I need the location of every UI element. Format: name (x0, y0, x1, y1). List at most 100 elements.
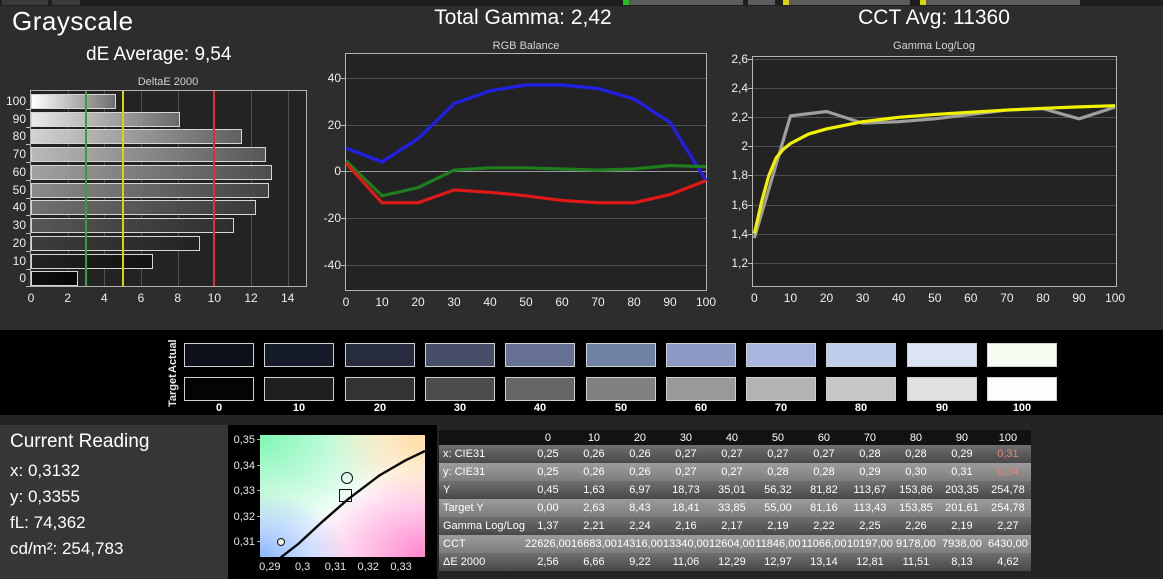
yellow-tab-marker (783, 0, 789, 5)
deltae-plot-area (30, 90, 307, 287)
y-tick (748, 205, 752, 206)
table-cell: 11,06 (663, 553, 709, 571)
collapsed-tab[interactable] (623, 0, 743, 5)
de-bar (31, 129, 242, 144)
table-cell: 13,14 (801, 553, 847, 571)
y-tick (26, 215, 30, 216)
row-label: ΔE 2000 (439, 553, 525, 571)
table-cell: 18,73 (663, 481, 709, 499)
y-axis-label: 50 (2, 183, 26, 197)
reference-line (122, 91, 124, 286)
y-axis-label: 1,4 (722, 227, 748, 241)
cie-x-axis-label: 0,3 (290, 561, 316, 573)
column-header: 100 (985, 430, 1031, 445)
y-axis-label: -20 (315, 211, 341, 225)
x-axis-label: 80 (627, 295, 640, 309)
grayscale-swatch-strip: ActualTarget0102030405060708090100 (0, 330, 1163, 415)
y-axis-label: 2,4 (722, 81, 748, 95)
swatch-level-label: 80 (826, 402, 896, 414)
x-axis-label: 10 (375, 295, 388, 309)
reading-x: x: 0,3132 (10, 461, 80, 481)
de-bar (31, 94, 116, 109)
calibration-screen: Grayscale dE Average: 9,54 Total Gamma: … (0, 0, 1163, 579)
target-swatch (586, 377, 656, 401)
cie-plot-area (258, 433, 427, 559)
collapsed-tab[interactable] (2, 0, 48, 5)
collapsed-tab[interactable] (748, 0, 775, 5)
cct-average-readout: CCT Avg: 11360 (858, 6, 1010, 30)
actual-swatch (425, 343, 495, 367)
table-row: Target Y0,002,638,4318,4133,8555,0081,16… (439, 499, 1031, 517)
table-cell: 2,21 (571, 517, 617, 535)
swatch-level-label: 100 (987, 402, 1057, 414)
y-axis-label: 2,2 (722, 110, 748, 124)
de-bar (31, 183, 269, 198)
cie-x-axis-label: 0,33 (388, 561, 414, 573)
target-swatch (826, 377, 896, 401)
table-cell: 18,41 (663, 499, 709, 517)
cie-y-tick (257, 465, 260, 466)
x-axis-label: 14 (281, 291, 294, 305)
y-axis-label: -40 (315, 258, 341, 272)
column-header: 90 (939, 430, 985, 445)
x-axis-label: 20 (820, 291, 833, 305)
table-cell: 0,31 (985, 445, 1031, 463)
x-axis-label: 12 (244, 291, 257, 305)
table-cell: 2,26 (893, 517, 939, 535)
swatch-level-label: 50 (586, 402, 656, 414)
table-cell: 0,28 (847, 445, 893, 463)
actual-swatch (987, 343, 1057, 367)
y-axis-label: 40 (315, 71, 341, 85)
table-cell: 22626,00 (525, 535, 571, 553)
x-axis-label: 0 (751, 291, 758, 305)
table-cell: 254,78 (985, 481, 1031, 499)
swatch-level-label: 30 (425, 402, 495, 414)
current-reading-panel: Current Reading x: 0,3132 y: 0,3355 fL: … (0, 425, 228, 579)
y-axis-label: 2 (722, 139, 748, 153)
swatch-level-label: 40 (505, 402, 575, 414)
y-tick (26, 198, 30, 199)
swatch-level-label: 70 (746, 402, 816, 414)
swatch-level-label: 10 (264, 402, 334, 414)
cie-y-axis-label: 0,32 (231, 511, 255, 523)
y-axis-label: 60 (2, 165, 26, 179)
table-cell: 0,27 (709, 463, 755, 481)
table-cell: 0,28 (755, 463, 801, 481)
gridline (288, 91, 289, 286)
bottom-section: Current Reading x: 0,3132 y: 0,3355 fL: … (0, 415, 1163, 579)
y-axis-label: 80 (2, 129, 26, 143)
target-swatch (264, 377, 334, 401)
y-axis-label: 90 (2, 112, 26, 126)
row-label: Gamma Log/Log (439, 517, 525, 535)
table-cell: 113,67 (847, 481, 893, 499)
y-tick (26, 286, 30, 287)
de-average-readout: dE Average: 9,54 (86, 44, 231, 66)
table-header-row: 0102030405060708090100 (439, 430, 1031, 445)
table-cell: 7938,00 (939, 535, 985, 553)
column-header: 80 (893, 430, 939, 445)
reference-line (85, 91, 87, 286)
y-tick (26, 144, 30, 145)
column-header: 0 (525, 430, 571, 445)
x-axis-label: 20 (411, 295, 424, 309)
collapsed-tab[interactable] (920, 0, 1080, 5)
table-cell: 11846,00 (755, 535, 801, 553)
x-axis-label: 10 (208, 291, 221, 305)
y-tick (748, 175, 752, 176)
swatch-row-label: Actual (167, 337, 179, 373)
actual-swatch (505, 343, 575, 367)
daylight-locus-curve (279, 451, 425, 559)
table-cell: 56,32 (755, 481, 801, 499)
collapsed-tab[interactable] (52, 0, 80, 5)
row-label: Y (439, 481, 525, 499)
cie-y-axis-label: 0,35 (231, 434, 255, 446)
column-header: 50 (755, 430, 801, 445)
collapsed-tab[interactable] (783, 0, 910, 5)
table-cell: 254,78 (985, 499, 1031, 517)
y-tick (748, 234, 752, 235)
table-cell: 0,27 (801, 445, 847, 463)
x-axis-label: 0 (343, 295, 350, 309)
table-row: Y0,451,636,9718,7335,0156,3281,82113,671… (439, 481, 1031, 499)
actual-swatch (345, 343, 415, 367)
x-axis-label: 70 (1000, 291, 1013, 305)
